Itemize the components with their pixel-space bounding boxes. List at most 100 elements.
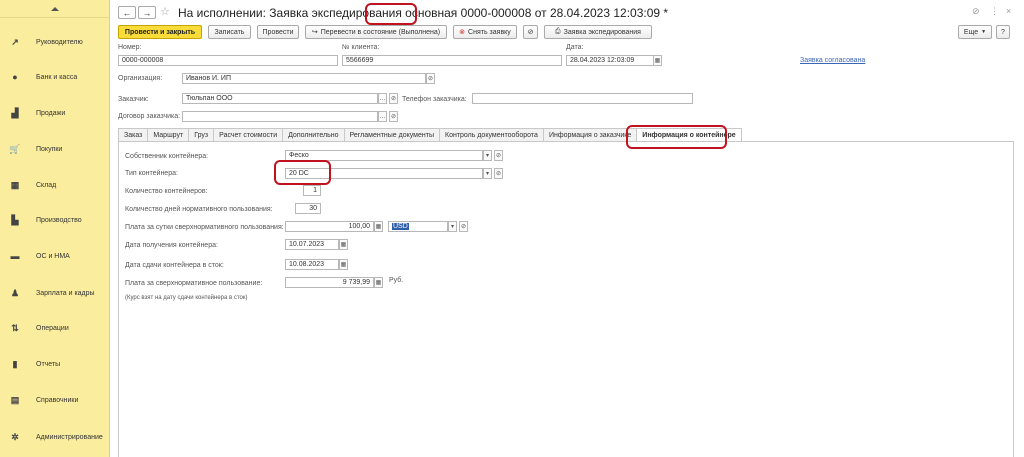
sidebar-item-sales[interactable]: ▟ Продажи	[0, 104, 110, 122]
coin-icon: ●	[12, 72, 18, 82]
overuse-fee-field[interactable]: 9 739,99	[285, 277, 374, 288]
returned-date-field[interactable]: 10.08.2023	[285, 259, 339, 270]
calendar-icon: ▦	[340, 242, 347, 248]
sidebar-item-reports[interactable]: ▮ Отчеты	[0, 355, 110, 373]
operations-icon: ⇅	[11, 322, 19, 333]
tab-cost-calculation[interactable]: Расчет стоимости	[213, 128, 283, 142]
sidebar-item-label: Покупки	[36, 145, 63, 153]
sidebar-item-admin[interactable]: ✲ Администрирование	[0, 428, 110, 446]
tab-document-control[interactable]: Контроль документооборота	[439, 128, 543, 142]
sidebar-item-payroll[interactable]: ♟ Зарплата и кадры	[0, 284, 110, 302]
customer-field[interactable]: Тюльпан ООО	[182, 93, 378, 104]
sidebar-item-manager[interactable]: ↗ Руководителю	[0, 33, 110, 51]
contract-field[interactable]	[182, 111, 378, 122]
customer-phone-field[interactable]	[472, 93, 693, 104]
attach-button[interactable]: ⊘	[523, 25, 538, 39]
contract-open-button[interactable]: ⊘	[389, 111, 398, 122]
currency-field[interactable]: USD	[388, 221, 448, 232]
tab-cargo[interactable]: Груз	[188, 128, 214, 142]
sidebar-collapse-button[interactable]	[0, 0, 109, 18]
calculator-icon: ▦	[375, 224, 382, 230]
highlight-container-type	[274, 160, 331, 185]
customer-open-button[interactable]: ⊘	[389, 93, 398, 104]
change-state-button[interactable]: ↪ Перевести в состояние (Выполнена)	[305, 25, 447, 39]
number-label: Номер:	[118, 44, 142, 51]
person-icon: ♟	[10, 287, 20, 298]
calendar-button[interactable]: ▦	[653, 55, 662, 66]
contract-label: Договор заказчика:	[118, 113, 181, 120]
help-button[interactable]: ?	[996, 25, 1010, 39]
sidebar-item-label: Операции	[36, 324, 69, 332]
date-field[interactable]: 28.04.2023 12:03:09	[566, 55, 654, 66]
contract-select-button[interactable]: …	[378, 111, 387, 122]
fee-calculator-button[interactable]: ▦	[374, 221, 383, 232]
sidebar-item-production[interactable]: ▙ Производство	[0, 211, 110, 229]
tab-customer-info[interactable]: Информация о заказчике	[542, 128, 637, 142]
type-dropdown-button[interactable]: ▾	[483, 168, 492, 179]
favorite-star-icon[interactable]: ☆	[160, 5, 170, 18]
more-button[interactable]: Еще ▼	[958, 25, 992, 39]
paperclip-icon: ⊘	[527, 29, 534, 36]
cancel-request-button[interactable]: ⊗ Снять заявку	[453, 25, 517, 39]
organization-open-button[interactable]: ⊘	[426, 73, 435, 84]
more-icon[interactable]: ⋮	[990, 6, 999, 17]
highlight-basic	[365, 3, 417, 25]
tab-order[interactable]: Заказ	[118, 128, 148, 142]
request-approved-link[interactable]: Заявка согласована	[800, 57, 865, 64]
chevron-down-icon: ▾	[450, 224, 454, 230]
tab-regulatory-documents[interactable]: Регламентные документы	[343, 128, 439, 142]
owner-open-button[interactable]: ⊘	[494, 150, 503, 161]
sidebar-item-assets[interactable]: ▬ ОС и НМА	[0, 247, 110, 265]
customer-select-button[interactable]: …	[378, 93, 387, 104]
sidebar-item-references[interactable]: ▤ Справочники	[0, 391, 110, 409]
daily-fee-field[interactable]: 100,00	[285, 221, 374, 232]
report-icon: ▮	[12, 358, 18, 369]
client-number-label: № клиента:	[342, 44, 380, 51]
post-button[interactable]: Провести	[257, 25, 299, 39]
sidebar-item-purchases[interactable]: 🛒 Покупки	[0, 140, 110, 158]
title-bar: ← → ☆ На исполнении: Заявка экспедирован…	[110, 0, 1024, 24]
sidebar-item-label: Производство	[36, 216, 82, 224]
organization-label: Организация:	[118, 75, 163, 82]
forward-arrow-icon: →	[142, 7, 152, 18]
container-count-field[interactable]: 1	[303, 185, 321, 196]
tab-route[interactable]: Маршрут	[147, 128, 189, 142]
chevron-down-icon: ▾	[485, 171, 489, 177]
client-number-field[interactable]: 5566699	[342, 55, 562, 66]
back-button[interactable]: ←	[118, 6, 136, 19]
received-date-field[interactable]: 10.07.2023	[285, 239, 339, 250]
calendar-icon: ▦	[340, 262, 347, 268]
number-field[interactable]: 0000-000008	[118, 55, 338, 66]
print-request-button[interactable]: ⎙ Заявка экспедирования	[544, 25, 652, 39]
currency-open-button[interactable]: ⊘	[459, 221, 468, 232]
link-icon[interactable]: ⊘	[972, 6, 980, 17]
gear-icon: ✲	[11, 431, 19, 442]
organization-field[interactable]: Иванов И. ИП	[182, 73, 426, 84]
save-button[interactable]: Записать	[208, 25, 251, 39]
returned-calendar-button[interactable]: ▦	[339, 259, 348, 270]
normative-days-field[interactable]: 30	[295, 203, 321, 214]
sidebar-item-label: Зарплата и кадры	[36, 289, 95, 297]
link-icon: ⊘	[427, 76, 434, 82]
overuse-calculator-button[interactable]: ▦	[374, 277, 383, 288]
owner-dropdown-button[interactable]: ▾	[483, 150, 492, 161]
type-open-button[interactable]: ⊘	[494, 168, 503, 179]
currency-dropdown-button[interactable]: ▾	[448, 221, 457, 232]
sidebar-item-label: ОС и НМА	[36, 252, 70, 260]
link-icon: ⊘	[495, 171, 502, 177]
tab-additional[interactable]: Дополнительно	[282, 128, 344, 142]
sidebar-item-label: Руководителю	[36, 38, 83, 46]
sidebar: ↗ Руководителю ● Банк и касса ▟ Продажи …	[0, 0, 110, 457]
customer-label: Заказчик:	[118, 96, 149, 103]
forward-button[interactable]: →	[138, 6, 156, 19]
sidebar-item-warehouse[interactable]: ▦ Склад	[0, 176, 110, 194]
post-and-close-button[interactable]: Провести и закрыть	[118, 25, 202, 39]
change-state-label: Перевести в состояние (Выполнена)	[320, 28, 441, 36]
overuse-unit: Руб.	[389, 277, 404, 284]
sidebar-item-operations[interactable]: ⇅ Операции	[0, 319, 110, 337]
close-icon[interactable]: ×	[1006, 6, 1011, 16]
book-icon: ▤	[10, 394, 20, 405]
print-label: Заявка экспедирования	[563, 28, 641, 36]
received-calendar-button[interactable]: ▦	[339, 239, 348, 250]
sidebar-item-bank[interactable]: ● Банк и касса	[0, 68, 110, 86]
